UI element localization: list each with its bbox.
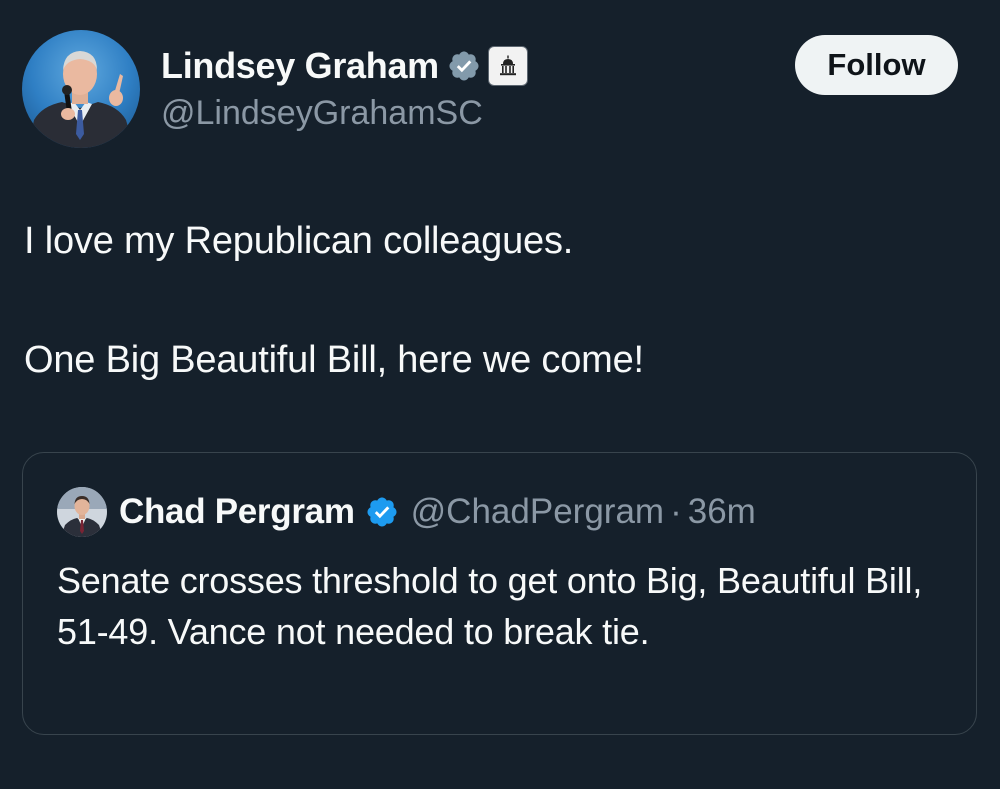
quoted-author-display-name[interactable]: Chad Pergram: [119, 492, 355, 532]
author-avatar[interactable]: [22, 30, 140, 148]
quoted-tweet-text: Senate crosses threshold to get onto Big…: [57, 560, 923, 652]
follow-button[interactable]: Follow: [795, 35, 958, 95]
tweet-text-line: One Big Beautiful Bill, here we come!: [24, 339, 644, 381]
capitol-building-icon[interactable]: [487, 46, 528, 86]
author-name-row: Lindsey Graham: [161, 40, 528, 92]
tweet-text-line: I love my Republican colleagues.: [24, 220, 574, 262]
verified-blue-icon[interactable]: [365, 495, 399, 529]
author-handle[interactable]: @LindseyGrahamSC: [161, 94, 483, 133]
quoted-tweet-card[interactable]: Chad Pergram @ChadPergram · 36m Senate c…: [22, 452, 977, 735]
quoted-tweet-header: Chad Pergram @ChadPergram · 36m: [57, 483, 756, 541]
separator-dot: ·: [670, 492, 682, 531]
tweet[interactable]: Lindsey Graham @LindseyGrahamSC Follow I…: [0, 0, 1000, 789]
verified-gray-icon[interactable]: [447, 49, 481, 83]
quoted-author-avatar[interactable]: [57, 487, 107, 537]
author-display-name[interactable]: Lindsey Graham: [161, 45, 439, 87]
quoted-timestamp[interactable]: 36m: [688, 492, 756, 532]
quoted-author-handle[interactable]: @ChadPergram: [411, 492, 664, 532]
